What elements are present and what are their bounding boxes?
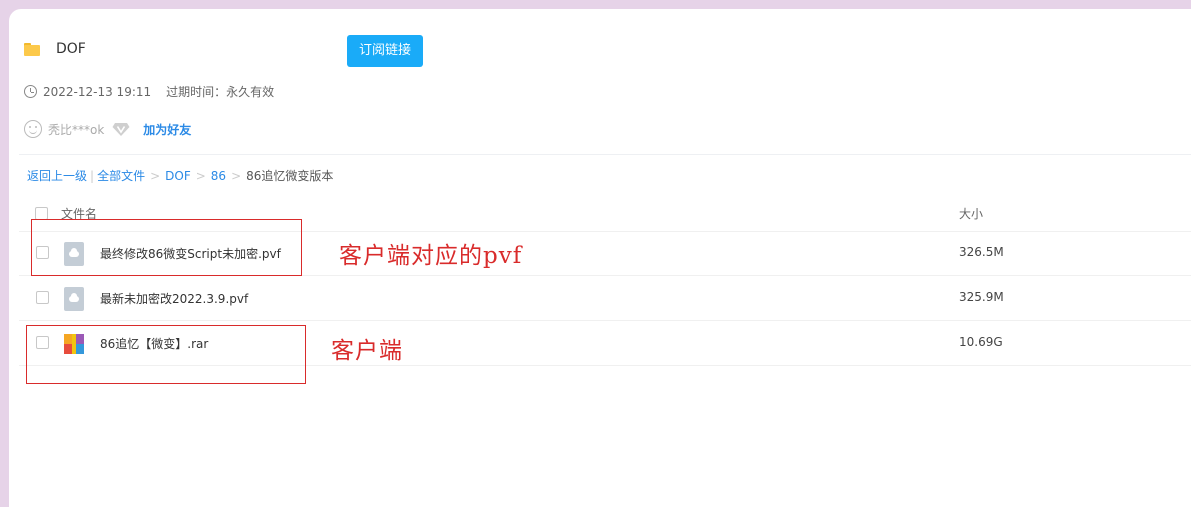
breadcrumb-all-files[interactable]: 全部文件 <box>97 167 145 184</box>
column-header-size[interactable]: 大小 <box>959 205 983 222</box>
vip-diamond-icon <box>112 122 130 137</box>
file-size: 326.5M <box>959 245 1004 259</box>
breadcrumb-pipe: | <box>90 168 95 183</box>
cloud-doc-icon <box>64 287 84 311</box>
divider <box>19 154 1191 155</box>
back-link[interactable]: 返回上一级 <box>27 167 87 184</box>
breadcrumb-separator: > <box>195 168 206 183</box>
annotation-box-pvf <box>31 219 302 276</box>
share-meta: 2022-12-13 19:11 过期时间： 永久有效 <box>24 83 274 100</box>
annotation-box-client <box>26 325 306 384</box>
clock-icon <box>24 85 37 98</box>
folder-title: DOF <box>56 41 86 57</box>
sharer-name: 秃比***ok <box>48 122 105 137</box>
share-date: 2022-12-13 19:11 <box>43 84 152 99</box>
breadcrumb: 返回上一级 | 全部文件 > DOF > 86 > 86追忆微变版本 <box>27 167 333 184</box>
file-size: 325.9M <box>959 290 1004 304</box>
breadcrumb-current: 86追忆微变版本 <box>246 169 334 183</box>
folder-icon <box>24 42 40 56</box>
breadcrumb-item-dof[interactable]: DOF <box>165 169 191 183</box>
add-friend-link[interactable]: 加为好友 <box>143 121 191 138</box>
row-checkbox[interactable] <box>36 291 49 304</box>
breadcrumb-separator: > <box>150 168 161 183</box>
table-row[interactable]: 最新未加密改2022.3.9.pvf 325.9M <box>19 276 1191 321</box>
annotation-text-pvf: 客户端对应的pvf <box>339 243 523 269</box>
expire-label: 过期时间： <box>166 85 227 99</box>
file-size: 10.69G <box>959 335 1003 349</box>
breadcrumb-item-86[interactable]: 86 <box>211 169 226 183</box>
expire-value: 永久有效 <box>226 85 275 99</box>
avatar-icon <box>24 120 42 138</box>
subscribe-button[interactable]: 订阅链接 <box>347 35 423 67</box>
folder-header <box>24 40 40 58</box>
sharer-info: 秃比***ok 加为好友 <box>24 120 191 138</box>
file-name[interactable]: 最新未加密改2022.3.9.pvf <box>100 290 248 307</box>
breadcrumb-separator: > <box>231 168 242 183</box>
annotation-text-client: 客户端 <box>331 338 403 364</box>
